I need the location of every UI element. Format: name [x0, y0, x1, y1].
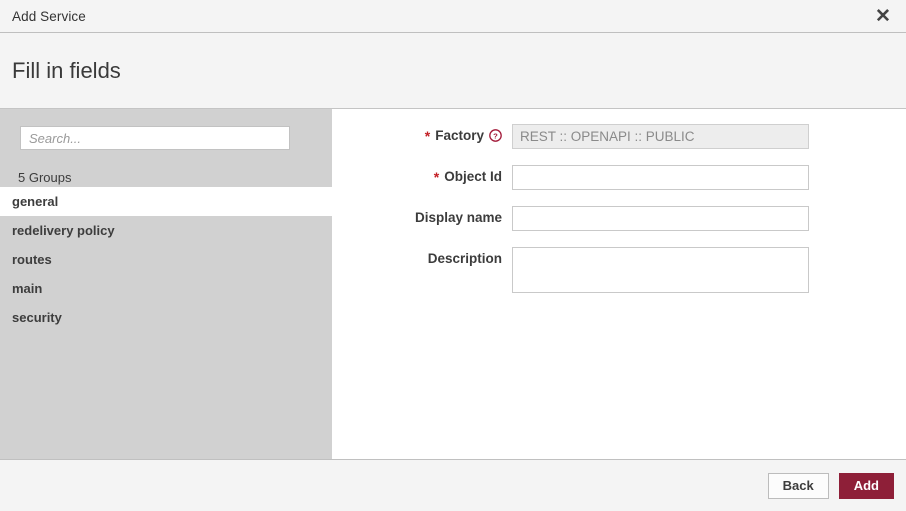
groups-count-label: 5 Groups — [18, 170, 72, 185]
dialog-body: 5 Groups general redelivery policy route… — [0, 109, 906, 459]
groups-sidebar: 5 Groups general redelivery policy route… — [0, 109, 332, 459]
svg-text:?: ? — [493, 131, 498, 140]
factory-label-group: * Factory ? — [332, 124, 512, 143]
description-textarea[interactable] — [512, 247, 809, 293]
sidebar-item-security[interactable]: security — [0, 303, 332, 332]
sidebar-item-routes[interactable]: routes — [0, 245, 332, 274]
add-service-dialog: Add Service ✕ Fill in fields 5 Groups ge… — [0, 0, 906, 511]
sidebar-item-label: security — [12, 310, 62, 325]
required-indicator-icon: * — [424, 127, 431, 144]
factory-label: Factory — [435, 128, 484, 143]
object-id-input[interactable] — [512, 165, 809, 190]
object-id-label: Object Id — [444, 169, 502, 184]
display-name-field-wrapper — [512, 206, 809, 231]
factory-field-wrapper — [512, 124, 809, 149]
description-label: Description — [427, 251, 502, 266]
sidebar-item-main[interactable]: main — [0, 274, 332, 303]
object-id-label-group: * Object Id — [332, 165, 512, 184]
form-row-object-id: * Object Id — [332, 165, 906, 190]
back-button[interactable]: Back — [767, 472, 829, 499]
description-label-group: Description — [332, 247, 512, 266]
page-heading-band: Fill in fields — [0, 33, 906, 109]
display-name-label: Display name — [414, 210, 502, 225]
factory-input[interactable] — [512, 124, 809, 149]
required-indicator-icon: * — [433, 168, 440, 185]
form-row-description: Description — [332, 247, 906, 298]
group-list: general redelivery policy routes main se… — [0, 187, 332, 332]
display-name-label-group: Display name — [332, 206, 512, 225]
form-row-factory: * Factory ? — [332, 124, 906, 149]
display-name-input[interactable] — [512, 206, 809, 231]
dialog-titlebar: Add Service ✕ — [0, 0, 906, 33]
add-button[interactable]: Add — [838, 472, 894, 499]
description-field-wrapper — [512, 247, 809, 298]
form-pane: * Factory ? * Object Id — [332, 109, 906, 459]
search-input[interactable] — [20, 126, 290, 150]
object-id-field-wrapper — [512, 165, 809, 190]
form-row-display-name: Display name — [332, 206, 906, 231]
sidebar-item-label: redelivery policy — [12, 223, 115, 238]
sidebar-item-general[interactable]: general — [0, 187, 332, 216]
sidebar-item-label: general — [12, 194, 59, 209]
dialog-title: Add Service — [12, 8, 86, 24]
search-wrapper — [0, 109, 332, 150]
close-icon[interactable]: ✕ — [871, 4, 895, 28]
help-circle-icon[interactable]: ? — [489, 129, 502, 142]
sidebar-item-label: main — [12, 281, 43, 296]
page-title: Fill in fields — [12, 57, 121, 83]
sidebar-item-redelivery-policy[interactable]: redelivery policy — [0, 216, 332, 245]
dialog-footer: Back Add — [0, 459, 906, 511]
sidebar-item-label: routes — [12, 252, 52, 267]
